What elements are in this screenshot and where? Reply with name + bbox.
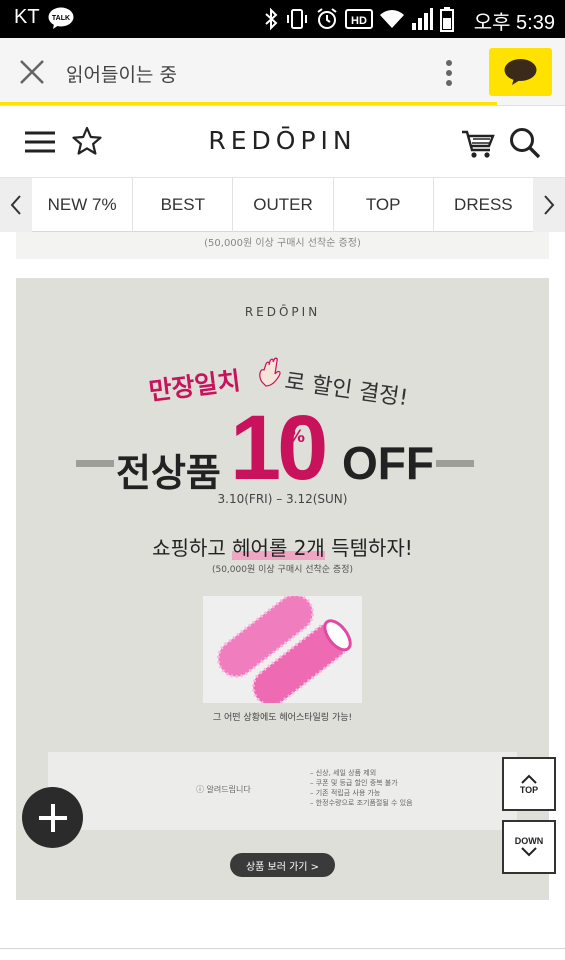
tab-dress[interactable]: DRESS xyxy=(432,178,533,232)
category-nav: NEW 7% BEST OUTER TOP DRESS xyxy=(0,178,565,232)
promo-discount-value: 10 xyxy=(230,397,328,499)
promo-subtext: (50,000원 이상 구매시 선착순 증정) xyxy=(211,565,354,575)
notice-label-text: 알려드립니다 xyxy=(206,785,251,794)
browser-title: 읽어들이는 중 xyxy=(66,64,177,86)
promo-discount-row: 전상품 10 % OFF xyxy=(16,398,549,498)
clock: 오후 5:39 xyxy=(473,12,555,34)
notice-item: – 기존 적립금 사용 가능 xyxy=(310,789,381,797)
chevron-down-icon xyxy=(521,847,537,857)
page-load-progress-bar xyxy=(0,102,498,105)
divider xyxy=(0,948,565,949)
category-tabs: NEW 7% BEST OUTER TOP DRESS xyxy=(32,178,533,232)
view-products-button[interactable]: 상품 보러 가기 > xyxy=(230,853,335,877)
notice-label: ⓘ 알려드립니다 xyxy=(196,784,251,795)
promo-headline-post: 득템하자! xyxy=(324,536,413,560)
scroll-top-label: TOP xyxy=(519,785,539,795)
site-header: REDŌPIN xyxy=(0,106,565,178)
notice-item: – 쿠폰 및 등급 할인 중복 불가 xyxy=(310,779,398,787)
notice-list: – 신상, 세일 상품 제외 – 쿠폰 및 등급 할인 중복 불가 – 기존 적… xyxy=(310,768,413,808)
chat-bubble-icon xyxy=(504,59,537,85)
notice-box: ⓘ 알려드립니다 – 신상, 세일 상품 제외 – 쿠폰 및 등급 할인 중복 … xyxy=(48,752,517,830)
kakaotalk-notification-icon: TALK xyxy=(48,7,74,29)
promo-logo: REDŌPIN xyxy=(244,305,321,319)
chevron-left-icon xyxy=(10,195,21,215)
promo-headline-pre: 쇼핑하고 xyxy=(152,536,233,560)
tab-best[interactable]: BEST xyxy=(132,178,232,232)
promo-headline: 쇼핑하고 헤어롤 2개 득템하자! xyxy=(16,532,549,561)
status-icons: HD xyxy=(263,6,455,32)
promo-caption: 그 어떤 상황에도 헤어스타일링 가능! xyxy=(212,713,353,723)
tab-top[interactable]: TOP xyxy=(332,178,433,232)
hair-roller-image xyxy=(203,596,362,703)
plus-icon xyxy=(38,803,67,832)
battery-icon xyxy=(440,7,454,32)
kakaotalk-share-button[interactable] xyxy=(489,48,552,96)
add-button[interactable] xyxy=(22,787,83,848)
nav-scroll-right-button[interactable] xyxy=(533,178,565,232)
in-app-browser-bar: 읽어들이는 중 xyxy=(0,38,565,106)
hd-icon-label: HD xyxy=(351,15,367,27)
scroll-down-label: DOWN xyxy=(514,836,544,846)
promo-dash-left xyxy=(76,460,114,467)
status-bar: KT TALK HD 오후 5:39 xyxy=(0,0,565,38)
tab-new[interactable]: NEW 7% xyxy=(32,178,132,232)
signal-icon xyxy=(412,8,433,30)
scroll-top-button[interactable]: TOP xyxy=(502,757,556,811)
hand-wave-icon xyxy=(259,357,281,387)
talk-badge-label: TALK xyxy=(52,15,70,22)
promo-headline-highlight: 헤어롤 2개 xyxy=(232,536,325,560)
promo-dates: 3.10(FRI) – 3.12(SUN) xyxy=(217,492,348,506)
previous-banner-text: (50,000원 이상 구매시 선착순 증정) xyxy=(204,238,361,249)
promo-percent-sign: % xyxy=(288,427,306,447)
notice-item: – 신상, 세일 상품 제외 xyxy=(310,769,377,777)
notice-item: – 한정수량으로 조기품절될 수 있음 xyxy=(310,799,413,807)
chevron-right-icon xyxy=(544,195,555,215)
more-options-icon[interactable] xyxy=(436,56,462,90)
scroll-down-button[interactable]: DOWN xyxy=(502,820,556,874)
info-icon: ⓘ xyxy=(196,785,207,794)
alarm-icon xyxy=(317,8,337,29)
promo-label: 전상품 xyxy=(116,451,221,495)
carrier-label: KT xyxy=(14,6,40,28)
bluetooth-icon xyxy=(265,7,278,31)
promo-dash-right xyxy=(436,460,474,467)
promo-banner[interactable]: REDŌPIN 만장일치 로 할인 결정! 전상품 10 % OFF 3.10(… xyxy=(16,278,549,900)
previous-banner[interactable]: (50,000원 이상 구매시 선착순 증정) xyxy=(16,232,549,259)
promo-off-label: OFF xyxy=(342,437,434,489)
close-icon[interactable] xyxy=(14,56,50,90)
vibrate-icon xyxy=(287,9,307,29)
search-icon[interactable] xyxy=(508,126,542,160)
wifi-icon xyxy=(380,10,404,28)
tab-outer[interactable]: OUTER xyxy=(232,178,332,232)
chevron-up-icon xyxy=(521,774,537,784)
cart-icon[interactable] xyxy=(460,128,496,160)
hd-icon: HD xyxy=(345,9,373,29)
nav-scroll-left-button[interactable] xyxy=(0,178,32,232)
